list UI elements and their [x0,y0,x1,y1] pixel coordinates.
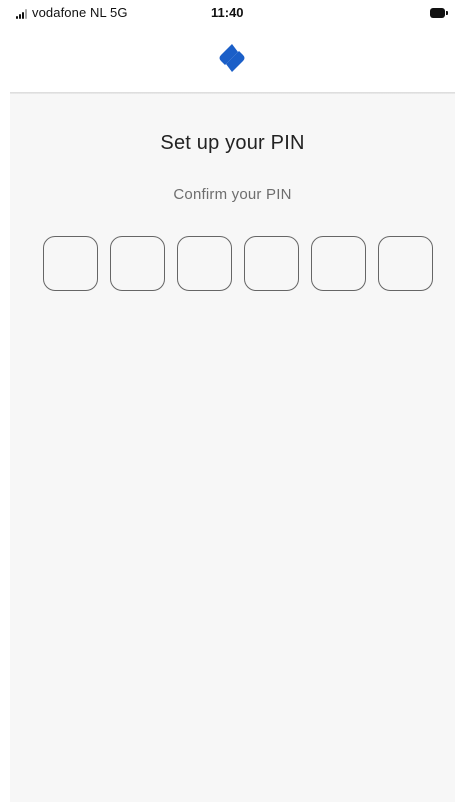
pin-digit-box[interactable] [378,236,433,291]
pin-digit-box[interactable] [177,236,232,291]
signal-bars-icon [16,9,30,19]
pin-setup-screen: vodafone NL 5G 11:40 Set up your PIN Con… [0,0,460,802]
status-bar: vodafone NL 5G 11:40 [0,0,460,28]
carrier-label: vodafone NL 5G [32,5,128,20]
page-title: Set up your PIN [160,132,305,154]
pin-content: Set up your PIN Confirm your PIN [10,94,455,802]
app-header [0,28,460,92]
pin-instruction: Confirm your PIN [173,186,292,203]
pin-digit-box[interactable] [244,236,299,291]
pin-digit-box[interactable] [43,236,98,291]
pin-digit-box[interactable] [110,236,165,291]
app-logo-icon [219,44,245,72]
battery-icon [430,8,448,18]
pin-input-row[interactable] [43,236,435,294]
clock: 11:40 [211,5,244,20]
pin-digit-box[interactable] [311,236,366,291]
